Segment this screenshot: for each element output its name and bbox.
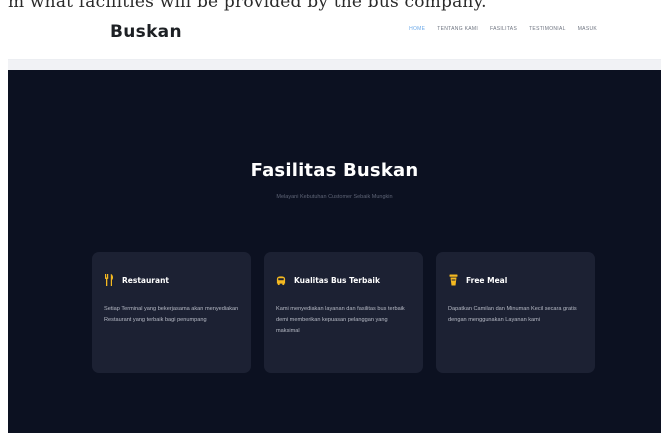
restaurant-icon [104, 274, 114, 286]
card-title: Kualitas Bus Terbaik [294, 275, 380, 285]
section-subtitle: Melayani Kebutuhan Customer Sebaik Mungk… [276, 194, 393, 200]
card-header: Kualitas Bus Terbaik [276, 274, 380, 286]
facility-card-free-meal: Free Meal Dapatkan Camilan dan Minuman K… [436, 252, 595, 373]
nav-home-link[interactable]: HOME [409, 26, 425, 32]
navbar: Buskan HOME TENTANG KAMI FASILITAS TESTI… [8, 12, 661, 60]
card-title: Restaurant [122, 275, 169, 285]
bus-icon [276, 274, 286, 286]
nav-login-link[interactable]: MASUK [578, 26, 597, 32]
card-description: Setiap Terminal yang bekerjasama akan me… [104, 306, 239, 323]
section-title: Fasilitas Buskan [250, 160, 419, 181]
meal-icon [448, 274, 458, 286]
facility-card-restaurant: Restaurant Setiap Terminal yang bekerjas… [92, 252, 251, 373]
card-description: Kami menyediakan layanan dan fasilitas b… [276, 306, 405, 334]
facilities-section: Fasilitas Buskan Melayani Kebutuhan Cust… [8, 70, 661, 433]
nav-facilities-link[interactable]: FASILITAS [490, 26, 517, 32]
card-description: Dapatkan Camilan dan Minuman Kecil secar… [448, 306, 577, 323]
card-title: Free Meal [466, 275, 508, 285]
nav-testimonial-link[interactable]: TESTIMONIAL [529, 26, 566, 32]
card-header: Restaurant [104, 274, 169, 286]
card-header: Free Meal [448, 274, 507, 286]
nav-menu: HOME TENTANG KAMI FASILITAS TESTIMONIAL … [409, 26, 597, 32]
nav-about-link[interactable]: TENTANG KAMI [437, 26, 478, 32]
browser-viewport: Buskan HOME TENTANG KAMI FASILITAS TESTI… [8, 12, 661, 433]
brand-logo[interactable]: Buskan [110, 22, 182, 42]
facility-card-bus-quality: Kualitas Bus Terbaik Kami menyediakan la… [264, 252, 423, 373]
